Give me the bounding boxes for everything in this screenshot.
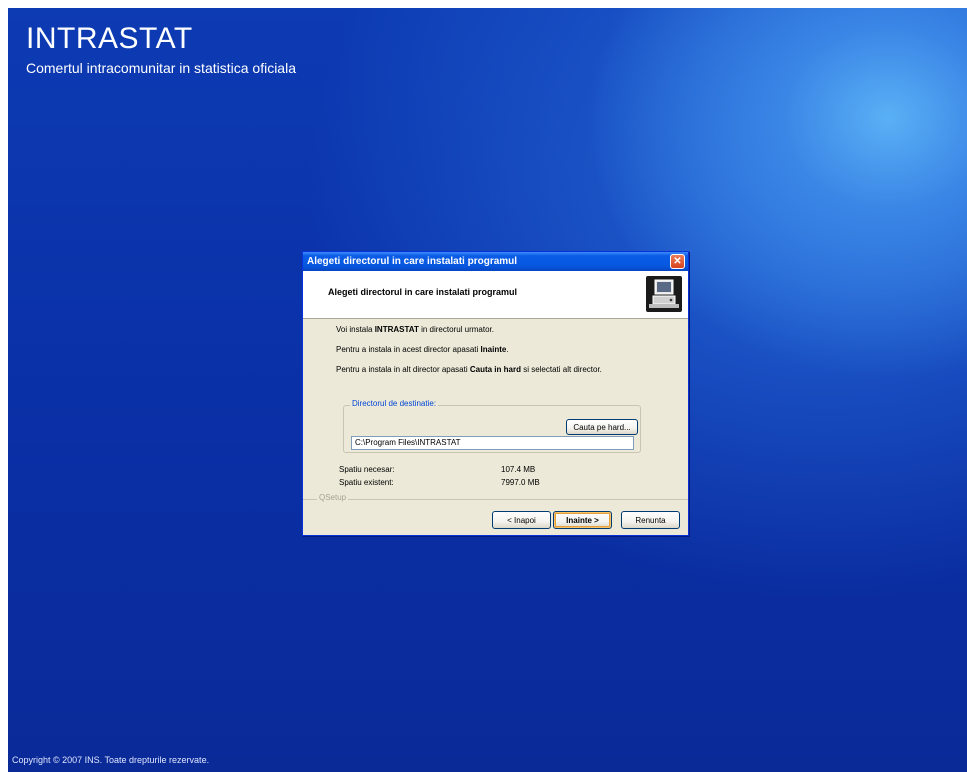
space-required-label: Spatiu necesar: <box>339 465 395 474</box>
setup-dialog: Alegeti directorul in care instalati pro… <box>302 251 689 536</box>
install-info-line: Voi instala INTRASTAT in directorul urma… <box>336 325 494 334</box>
cancel-button[interactable]: Renunta <box>621 511 680 529</box>
computer-setup-icon <box>645 275 683 313</box>
browse-button[interactable]: Cauta pe hard... <box>566 419 638 435</box>
space-available-value: 7997.0 MB <box>501 478 540 487</box>
dialog-title: Alegeti directorul in care instalati pro… <box>307 256 518 267</box>
space-required-value: 107.4 MB <box>501 465 536 474</box>
dialog-header: Alegeti directorul in care instalati pro… <box>303 271 688 319</box>
space-available-label: Spatiu existent: <box>339 478 394 487</box>
dialog-titlebar[interactable]: Alegeti directorul in care instalati pro… <box>303 252 688 271</box>
app-title: INTRASTAT <box>26 22 193 55</box>
close-button[interactable]: ✕ <box>670 254 685 269</box>
back-button[interactable]: < Inapoi <box>492 511 551 529</box>
destination-path-field[interactable]: C:\Program Files\INTRASTAT <box>351 436 634 450</box>
header-title: Alegeti directorul in care instalati pro… <box>328 287 518 297</box>
destination-group-label: Directorul de destinatie: <box>350 399 439 408</box>
destination-groupbox: Directorul de destinatie: Cauta pe hard.… <box>343 399 641 453</box>
app-subtitle: Comertul intracomunitar in statistica of… <box>26 60 296 76</box>
continue-info-line: Pentru a instala in acest director apasa… <box>336 345 509 354</box>
browse-info-line: Pentru a instala in alt director apasati… <box>336 365 602 374</box>
branding-divider <box>303 499 688 500</box>
qsetup-branding: QSetup <box>317 493 349 502</box>
next-button[interactable]: Inainte > <box>553 511 612 529</box>
copyright-notice: Copyright © 2007 INS. Toate drepturile r… <box>12 755 210 765</box>
